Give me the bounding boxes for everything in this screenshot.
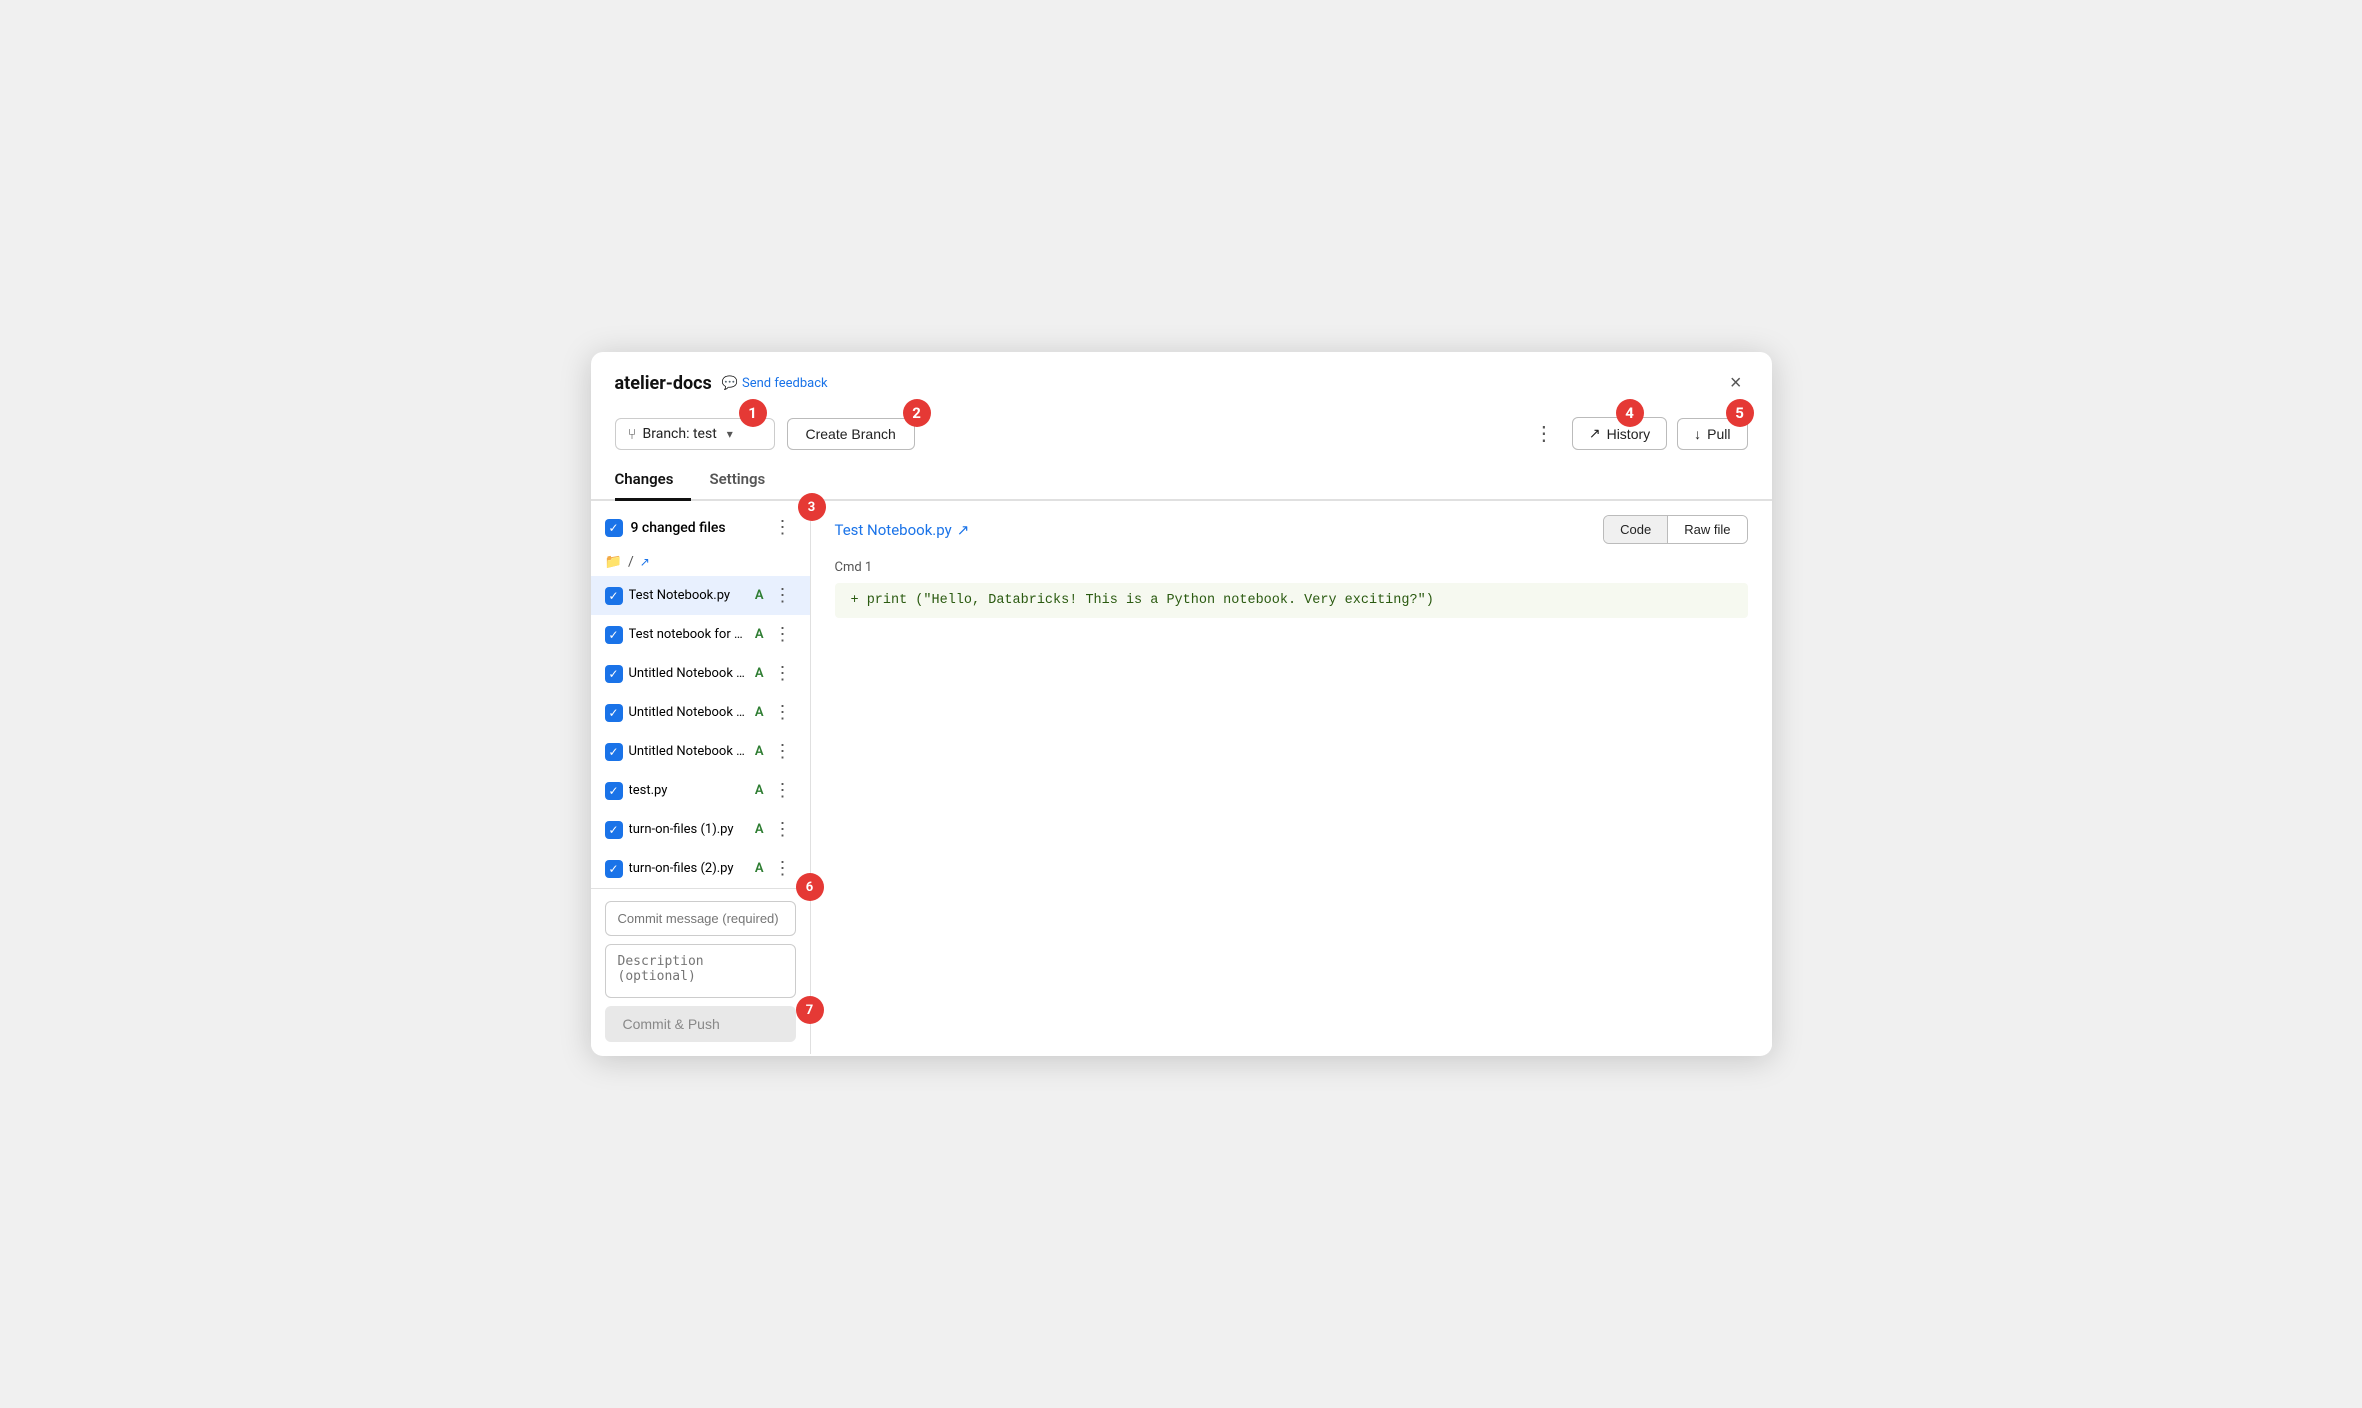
file-name-5: test.py [629,783,749,798]
changed-files-count: 9 changed files [631,520,726,536]
badge-5: 5 [1726,399,1754,427]
badge-1: 1 [739,399,767,427]
file-more-3[interactable]: ⋮ [770,700,796,725]
changed-files-header: ✓ 9 changed files 3 ⋮ [591,501,810,548]
file-status-3: A [755,705,764,720]
file-item-5[interactable]: ✓ test.py A ⋮ [591,771,810,810]
file-checkbox-0[interactable]: ✓ [605,587,623,605]
file-item-7[interactable]: ✓ turn-on-files (2).py A ⋮ [591,849,810,888]
tab-settings[interactable]: Settings [709,460,783,501]
folder-row: 📁 / ↗ [591,548,810,576]
left-panel: ✓ 9 changed files 3 ⋮ 📁 / ↗ ✓ Test Noteb… [591,501,811,1054]
badge-2: 2 [903,399,931,427]
raw-file-button[interactable]: Raw file [1667,516,1746,543]
file-checkbox-3[interactable]: ✓ [605,704,623,722]
file-item-6[interactable]: ✓ turn-on-files (1).py A ⋮ [591,810,810,849]
close-button[interactable]: × [1724,370,1748,397]
file-item-4[interactable]: ✓ Untitled Notebook 2023-12-06 1... A ⋮ [591,732,810,771]
file-more-1[interactable]: ⋮ [770,622,796,647]
file-checkbox-6[interactable]: ✓ [605,821,623,839]
file-more-0[interactable]: ⋮ [770,583,796,608]
file-checkbox-2[interactable]: ✓ [605,665,623,683]
external-link-icon: ↗ [957,521,970,539]
files-more-button[interactable]: ⋮ [770,515,796,540]
commit-message-input[interactable] [605,901,796,936]
toolbar-left: 1 ⑂ Branch: test ▾ 2 Create Branch [615,418,915,450]
file-checkbox-1[interactable]: ✓ [605,626,623,644]
select-all-checkbox[interactable]: ✓ [605,519,623,537]
toolbar-right: ⋮ 4 ↗ History 5 ↓ Pull [1526,417,1748,450]
tab-changes[interactable]: Changes [615,460,692,501]
file-more-4[interactable]: ⋮ [770,739,796,764]
main-window: atelier-docs 💬 Send feedback × 1 ⑂ Branc… [591,352,1772,1056]
title-bar: atelier-docs 💬 Send feedback × [591,352,1772,407]
commit-push-button[interactable]: Commit & Push [605,1006,796,1042]
file-name-0: Test Notebook.py [629,588,749,603]
changed-files-left: ✓ 9 changed files [605,519,726,537]
commit-area: 6 7 Commit & Push [591,888,810,1054]
file-title-link[interactable]: Test Notebook.py ↗ [835,521,970,539]
file-item-0[interactable]: ✓ Test Notebook.py A ⋮ [591,576,810,615]
history-icon: ↗ [1589,425,1601,442]
create-branch-button[interactable]: Create Branch [787,418,915,450]
right-panel: Test Notebook.py ↗ Code Raw file Cmd 1 +… [811,501,1772,1054]
file-header: Test Notebook.py ↗ Code Raw file [811,501,1772,554]
badge-6: 6 [796,873,824,901]
folder-icon: 📁 [605,554,622,570]
file-item-3[interactable]: ✓ Untitled Notebook 2023-12-06 1... A ⋮ [591,693,810,732]
file-status-5: A [755,783,764,798]
folder-external-link-icon[interactable]: ↗ [640,555,650,569]
file-more-7[interactable]: ⋮ [770,856,796,881]
file-status-1: A [755,627,764,642]
file-title: Test Notebook.py [835,521,952,539]
view-toggle: Code Raw file [1603,515,1747,544]
pull-label: Pull [1707,426,1730,442]
feedback-link[interactable]: 💬 Send feedback [722,376,828,391]
branch-label: Branch: test [643,426,717,442]
file-name-1: Test notebook for API code sampl... [629,627,749,642]
file-status-6: A [755,822,764,837]
file-name-2: Untitled Notebook 2023-10-18 1... [629,666,749,681]
file-status-2: A [755,666,764,681]
toolbar: 1 ⑂ Branch: test ▾ 2 Create Branch ⋮ 4 ↗… [591,407,1772,460]
branch-icon: ⑂ [628,425,637,443]
history-label: History [1607,426,1651,442]
badge-3: 3 [798,493,826,521]
pull-icon: ↓ [1694,426,1701,442]
cmd-label: Cmd 1 [835,554,1748,579]
file-item-1[interactable]: ✓ Test notebook for API code sampl... A … [591,615,810,654]
description-input[interactable] [605,944,796,998]
file-checkbox-5[interactable]: ✓ [605,782,623,800]
file-status-0: A [755,588,764,603]
file-name-7: turn-on-files (2).py [629,861,749,876]
file-list: ✓ Test Notebook.py A ⋮ ✓ Test notebook f… [591,576,810,888]
more-options-button[interactable]: ⋮ [1526,417,1562,450]
file-name-4: Untitled Notebook 2023-12-06 1... [629,744,749,759]
tabs-bar: Changes Settings [591,460,1772,501]
title-bar-left: atelier-docs 💬 Send feedback [615,373,828,394]
file-status-4: A [755,744,764,759]
file-name-3: Untitled Notebook 2023-12-06 1... [629,705,749,720]
file-more-2[interactable]: ⋮ [770,661,796,686]
app-title: atelier-docs [615,373,712,394]
code-area: Cmd 1 + print ("Hello, Databricks! This … [811,554,1772,1054]
chevron-down-icon: ▾ [727,427,733,441]
file-checkbox-7[interactable]: ✓ [605,860,623,878]
file-checkbox-4[interactable]: ✓ [605,743,623,761]
code-view-button[interactable]: Code [1604,516,1667,543]
file-more-5[interactable]: ⋮ [770,778,796,803]
badge-7: 7 [796,996,824,1024]
badge-4: 4 [1616,399,1644,427]
file-status-7: A [755,861,764,876]
feedback-icon: 💬 [722,376,738,391]
file-item-2[interactable]: ✓ Untitled Notebook 2023-10-18 1... A ⋮ [591,654,810,693]
feedback-label: Send feedback [742,376,828,391]
code-diff: + print ("Hello, Databricks! This is a P… [835,583,1748,618]
file-name-6: turn-on-files (1).py [629,822,749,837]
main-content: ✓ 9 changed files 3 ⋮ 📁 / ↗ ✓ Test Noteb… [591,501,1772,1054]
folder-path: / [628,554,634,570]
file-more-6[interactable]: ⋮ [770,817,796,842]
